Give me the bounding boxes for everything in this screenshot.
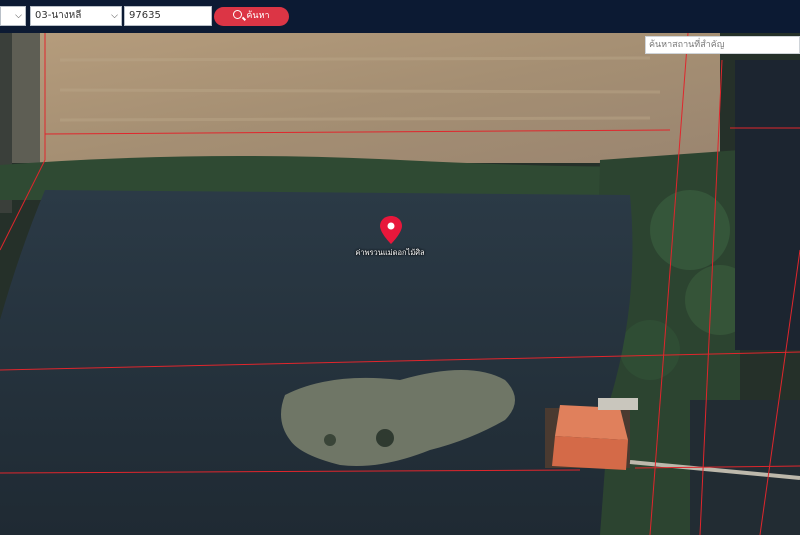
dry-field [30, 33, 720, 163]
parcel-number-input[interactable]: 97635 [124, 6, 212, 26]
place-search-placeholder: ค้นหาสถานที่สำคัญ [649, 40, 725, 50]
chevron-down-icon: ⌵ [15, 11, 22, 21]
search-button[interactable]: ค้นหา [214, 7, 289, 26]
tree-clump [650, 190, 730, 270]
search-toolbar: ⌵ 03-นางหลี ⌵ 97635 ค้นหา [0, 0, 800, 33]
pin-label: ค่าพรวนแม่ดอกไม้ศิล [355, 248, 425, 257]
tree-clump [620, 320, 680, 380]
water-channel [735, 60, 800, 350]
search-icon [233, 10, 243, 19]
parcel-number-value: 97635 [129, 10, 161, 21]
search-button-label: ค้นหา [246, 11, 270, 21]
sandbar-shadow [324, 434, 336, 446]
sandbar-shadow [376, 429, 394, 447]
house [545, 398, 638, 470]
district-select-value: 03-นางหลี [35, 10, 82, 21]
place-search-input[interactable]: ค้นหาสถานที่สำคัญ [645, 36, 800, 54]
satellite-map[interactable] [0, 0, 800, 535]
district-select[interactable]: 03-นางหลี ⌵ [30, 6, 122, 26]
chevron-down-icon: ⌵ [111, 11, 118, 21]
province-select[interactable]: ⌵ [0, 6, 26, 26]
